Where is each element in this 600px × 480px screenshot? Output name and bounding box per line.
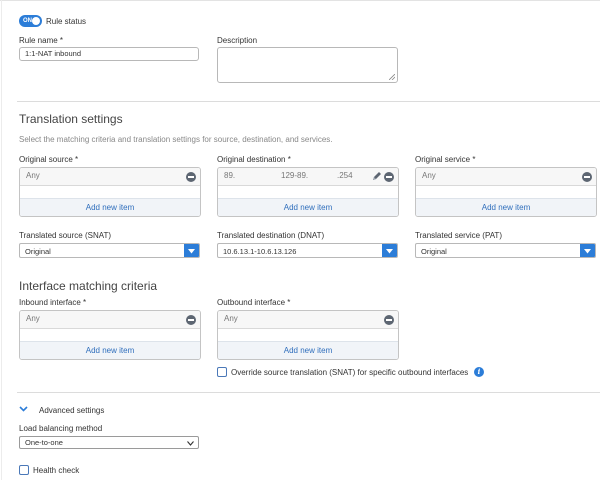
description-textarea[interactable] [217,47,398,83]
destination-item-part3: .254 [337,171,353,180]
chevron-down-icon [187,441,194,446]
destination-item-part1: 89. [224,171,236,180]
picker-item-any: Any [26,314,40,323]
original-destination-label: Original destination * [217,155,291,164]
toggle-knob [32,17,40,25]
translated-destination-label: Translated destination (DNAT) [217,231,325,240]
section-divider [17,392,600,393]
select-value: 10.6.13.1-10.6.13.126 [223,247,297,256]
chevron-down-icon[interactable] [19,406,28,412]
translated-destination-select[interactable]: 10.6.13.1-10.6.13.126 [217,243,398,258]
picker-item-row: 89. 129-89. .254 [218,168,398,186]
health-check-checkbox[interactable] [19,465,29,475]
original-service-label: Original service * [415,155,476,164]
translated-service-select[interactable]: Original [415,243,596,258]
original-source-label: Original source * [19,155,79,164]
caret-down-icon [584,249,591,254]
add-new-item-link[interactable]: Add new item [20,198,200,216]
remove-item-icon[interactable] [384,315,394,325]
load-balancing-label: Load balancing method [19,424,103,433]
interface-matching-title: Interface matching criteria [19,279,158,293]
picker-item-row: Any [416,168,596,186]
info-icon[interactable]: i [474,367,484,377]
original-destination-picker: 89. 129-89. .254 Add new item [217,167,399,217]
select-value: One-to-one [25,438,63,447]
override-snat-checkbox[interactable] [217,367,227,377]
rule-status-label: Rule status [46,17,87,26]
rule-name-input[interactable]: 1:1-NAT inbound [19,47,199,61]
frame-left-border [1,0,2,480]
caret-down-icon [188,249,195,254]
toggle-on-text: ON [23,18,32,24]
dropdown-button[interactable] [184,244,199,257]
outbound-interface-label: Outbound interface * [217,298,291,307]
original-service-picker: Any Add new item [415,167,597,217]
original-source-picker: Any Add new item [19,167,201,217]
frame-top-border [0,0,600,1]
add-new-item-link[interactable]: Add new item [218,198,398,216]
advanced-settings-toggle[interactable]: Advanced settings [39,406,104,415]
picker-item-any: Any [26,171,40,180]
override-snat-label: Override source translation (SNAT) for s… [231,368,469,377]
destination-item-part2: 129-89. [281,171,309,180]
add-new-item-link[interactable]: Add new item [218,341,398,359]
section-divider [17,101,600,102]
load-balancing-select[interactable]: One-to-one [19,436,199,449]
translated-service-label: Translated service (PAT) [415,231,502,240]
dropdown-button[interactable] [382,244,397,257]
dropdown-button[interactable] [580,244,595,257]
remove-item-icon[interactable] [384,172,394,182]
select-value: Original [25,247,51,256]
translation-settings-desc: Select the matching criteria and transla… [19,135,333,144]
inbound-interface-picker: Any Add new item [19,310,201,360]
select-value: Original [421,247,447,256]
picker-item-row: Any [20,311,200,329]
picker-item-any: Any [224,314,238,323]
rule-status-toggle[interactable]: ON [19,15,42,27]
translation-settings-title: Translation settings [19,112,123,126]
translated-source-label: Translated source (SNAT) [19,231,112,240]
remove-item-icon[interactable] [186,172,196,182]
remove-item-icon[interactable] [186,315,196,325]
outbound-interface-picker: Any Add new item [217,310,399,360]
caret-down-icon [386,249,393,254]
remove-item-icon[interactable] [582,172,592,182]
edit-pencil-icon[interactable] [372,171,382,182]
description-label: Description [217,36,258,45]
rule-name-label: Rule name * [19,36,64,45]
picker-item-row: Any [218,311,398,329]
resize-grip-icon[interactable] [389,74,395,80]
inbound-interface-label: Inbound interface * [19,298,87,307]
picker-item-any: Any [422,171,436,180]
add-new-item-link[interactable]: Add new item [20,341,200,359]
health-check-label: Health check [33,466,80,475]
picker-item-row: Any [20,168,200,186]
add-new-item-link[interactable]: Add new item [416,198,596,216]
translated-source-select[interactable]: Original [19,243,200,258]
